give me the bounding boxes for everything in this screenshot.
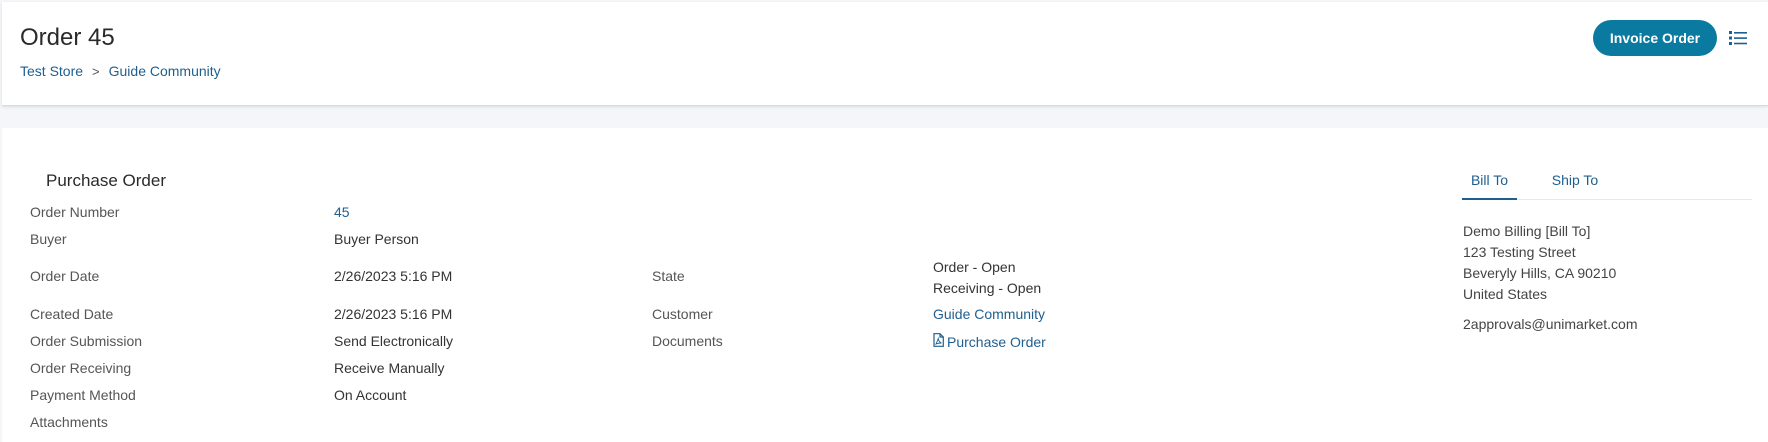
payment-method-value: On Account [334,387,407,403]
buyer-value: Buyer Person [334,231,419,247]
customer-label: Customer [652,306,713,322]
invoice-order-button[interactable]: Invoice Order [1593,20,1717,56]
receiving-state: Receiving - Open [933,280,1042,296]
buyer-label: Buyer [30,231,67,247]
documents-label: Documents [652,333,723,349]
tab-bill-to[interactable]: Bill To [1462,168,1517,200]
billing-email: 2approvals@unimarket.com [1463,316,1638,332]
bill-to-address: Demo Billing [Bill To] 123 Testing Stree… [1463,221,1616,305]
purchase-order-document-link[interactable]: Purchase Order [933,333,1046,350]
section-title: Purchase Order [46,171,166,190]
breadcrumb: Test Store > Guide Community [20,63,221,79]
order-number-link[interactable]: 45 [334,204,350,220]
order-state: Order - Open [933,259,1016,275]
order-submission-label: Order Submission [30,333,143,349]
pdf-file-icon [933,333,944,350]
order-date-value: 2/26/2023 5:16 PM [334,268,453,284]
list-icon[interactable] [1728,29,1748,47]
state-value: Order - Open Receiving - Open [933,257,1041,299]
created-date-label: Created Date [30,306,114,322]
order-date-label: Order Date [30,268,100,284]
page-header [2,2,1768,106]
breadcrumb-separator: > [92,63,100,79]
tab-ship-to[interactable]: Ship To [1544,168,1606,200]
purchase-order-link-label: Purchase Order [947,333,1046,350]
order-receiving-value: Receive Manually [334,360,445,376]
payment-method-label: Payment Method [30,387,136,403]
order-number-label: Order Number [30,204,120,220]
state-label: State [652,268,685,284]
address-line: 123 Testing Street [1463,244,1576,260]
address-line: Beveryly Hills, CA 90210 [1463,265,1617,281]
address-tabs: Bill To Ship To [1462,168,1752,200]
order-submission-value: Send Electronically [334,333,454,349]
address-line: Demo Billing [Bill To] [1463,223,1591,239]
attachments-label: Attachments [30,414,108,430]
page-title: Order 45 [20,24,115,51]
address-line: United States [1463,286,1548,302]
breadcrumb-community-link[interactable]: Guide Community [109,63,221,79]
order-receiving-label: Order Receiving [30,360,132,376]
customer-link[interactable]: Guide Community [933,306,1045,322]
breadcrumb-store-link[interactable]: Test Store [20,63,83,79]
created-date-value: 2/26/2023 5:16 PM [334,306,453,322]
